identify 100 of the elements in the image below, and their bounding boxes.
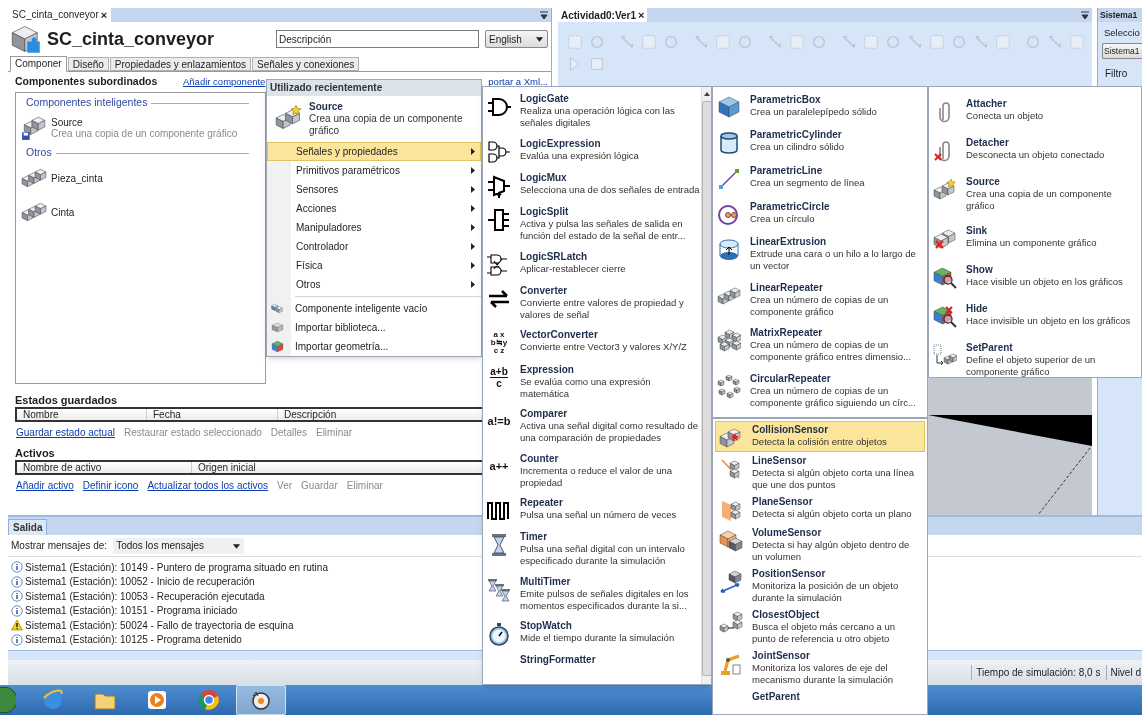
action-link[interactable]: Actualizar todos los activos [147, 477, 269, 493]
menu-item-title[interactable]: LogicSRLatch [520, 250, 700, 263]
tool-icon[interactable] [929, 34, 945, 50]
system-dropdown[interactable]: Sistema1 [1102, 43, 1142, 60]
tool-icon[interactable] [995, 34, 1011, 50]
editor-tab[interactable]: Diseño [67, 57, 109, 71]
language-dropdown[interactable]: English [485, 30, 548, 48]
menu-item-title[interactable]: Expression [520, 363, 700, 376]
panel-tab[interactable]: Salida [8, 519, 48, 535]
menu-item[interactable]: CollisionSensor Detecta la colisión entre objetos [715, 421, 925, 452]
menu-item[interactable]: GetParent [715, 688, 925, 705]
menu-item[interactable]: Importar geometría... [267, 337, 481, 356]
close-button[interactable]: × [638, 6, 645, 24]
menu-item-title[interactable]: StopWatch [520, 620, 700, 633]
menu-item[interactable]: JointSensor Monitoriza los valores de eje del mecanismo durante la simulación [715, 647, 925, 688]
menu-item[interactable]: Componente inteligente vacío [267, 299, 481, 318]
menu-item-title[interactable]: ParametricCylinder [750, 129, 920, 142]
export-link[interactable]: portar a Xml... [488, 74, 548, 90]
menu-item-title[interactable]: CircularRepeater [750, 372, 920, 385]
editor-tab[interactable]: Componer [10, 56, 67, 72]
column-header[interactable]: Nombre [17, 409, 147, 420]
tool-icon[interactable] [715, 34, 731, 50]
menu-item[interactable]: VolumeSensor Detecta si hay algún objeto dentro de un volumen [715, 524, 925, 565]
panel-menu-icon[interactable] [539, 10, 549, 20]
document-tab[interactable]: Actividad0:Ver1 × [558, 8, 648, 22]
tool-icon[interactable] [693, 34, 709, 50]
add-component-link[interactable]: Añadir componente [183, 74, 266, 90]
action-link[interactable]: Guardar estado actual [16, 424, 115, 440]
menu-item-title[interactable]: Repeater [520, 496, 700, 509]
menu-item-title[interactable]: LogicGate [520, 93, 700, 106]
tool-icon[interactable] [589, 34, 605, 50]
menu-item-title[interactable]: LogicMux [520, 171, 700, 184]
menu-item[interactable]: Importar biblioteca... [267, 318, 481, 337]
stop-icon[interactable] [589, 56, 605, 72]
menu-item-title[interactable]: ParametricLine [750, 165, 920, 177]
tool-icon[interactable] [1025, 34, 1041, 50]
menu-item[interactable]: LineSensor Detecta si algún objeto corta una línea que une dos puntos [715, 452, 925, 493]
tool-icon[interactable] [767, 34, 783, 50]
taskbar-app-button[interactable] [236, 685, 286, 715]
menu-item-title[interactable]: Detacher [966, 136, 1136, 149]
round-logo-icon[interactable] [197, 688, 221, 712]
submenu-item[interactable]: Otros [267, 275, 481, 294]
tool-icon[interactable] [951, 34, 967, 50]
tool-icon[interactable] [863, 34, 879, 50]
menu-item-title[interactable]: Converter [520, 285, 700, 298]
menu-item-title[interactable]: VectorConverter [520, 329, 700, 342]
menu-item-title[interactable]: LogicExpression [520, 137, 700, 150]
submenu-item[interactable]: Física [267, 256, 481, 275]
component-name[interactable]: Pieza_cinta [51, 172, 103, 184]
menu-item-title[interactable]: Hide [966, 302, 1136, 315]
menu-item-title[interactable]: Show [966, 263, 1136, 276]
action-link[interactable]: Añadir activo [16, 477, 74, 493]
message-filter-dropdown[interactable]: Todos los mensajes [113, 537, 245, 554]
tool-icon[interactable] [907, 34, 923, 50]
tool-icon[interactable] [619, 34, 635, 50]
menu-item-title[interactable]: ParametricBox [750, 93, 920, 106]
submenu-item[interactable]: Acciones [267, 199, 481, 218]
column-header[interactable]: Nombre de activo [17, 462, 192, 473]
menu-item-title[interactable]: MultiTimer [520, 575, 700, 588]
menu-item-title[interactable]: Counter [520, 452, 700, 465]
submenu-item[interactable]: Sensores [267, 180, 481, 199]
tool-icon[interactable] [663, 34, 679, 50]
tool-icon[interactable] [811, 34, 827, 50]
tool-icon[interactable] [973, 34, 989, 50]
menu-item-title[interactable]: StringFormatter [520, 654, 700, 667]
menu-item-title[interactable]: ParametricCircle [750, 200, 920, 213]
menu-item-title[interactable]: Sink [966, 224, 1136, 237]
menu-item[interactable]: PlaneSensor Detecta si algún objeto corta un plano [715, 493, 925, 524]
tool-icon[interactable] [641, 34, 657, 50]
editor-tab[interactable]: Propiedades y enlazamientos [109, 57, 252, 71]
menu-item[interactable]: ClosestObject Busca el objeto más cercano a un punto de referencia u otro objeto [715, 606, 925, 647]
tool-icon[interactable] [1047, 34, 1063, 50]
tool-icon[interactable] [841, 34, 857, 50]
scroll-up-icon[interactable] [703, 91, 711, 97]
close-button[interactable]: × [100, 8, 108, 22]
tool-icon[interactable] [737, 34, 753, 50]
submenu-item[interactable]: Manipuladores [267, 218, 481, 237]
menu-item-title[interactable]: Timer [520, 531, 700, 544]
menu-item-title[interactable]: Source [966, 175, 1136, 188]
cubes-star-icon[interactable] [275, 104, 303, 132]
submenu-item[interactable]: Señales y propiedades [267, 142, 481, 161]
menu-item-title[interactable]: Source [309, 101, 481, 113]
action-link[interactable]: Definir icono [82, 477, 139, 493]
panel-tab[interactable]: Sistema1 [1098, 8, 1142, 22]
media-player-icon[interactable] [145, 688, 169, 712]
editor-tab[interactable]: Señales y conexiones [252, 57, 360, 71]
menu-item-title[interactable]: MatrixRepeater [750, 327, 920, 340]
play-icon[interactable] [567, 56, 583, 72]
menu-item-title[interactable]: LogicSplit [520, 206, 700, 219]
menu-item-title[interactable]: LinearExtrusion [750, 236, 920, 249]
tool-icon[interactable] [789, 34, 805, 50]
panel-menu-icon[interactable] [1080, 10, 1090, 20]
start-orb-icon[interactable] [0, 685, 16, 715]
description-field[interactable]: Descripción [276, 30, 479, 48]
tool-icon[interactable] [567, 34, 583, 50]
browser-globe-icon[interactable] [41, 688, 65, 712]
tool-icon[interactable] [885, 34, 901, 50]
menu-item[interactable]: PositionSensor Monitoriza la posición de un objeto durante la simulación [715, 565, 925, 606]
document-tab[interactable]: SC_cinta_conveyor × [8, 8, 112, 22]
tool-icon[interactable] [1069, 34, 1085, 50]
